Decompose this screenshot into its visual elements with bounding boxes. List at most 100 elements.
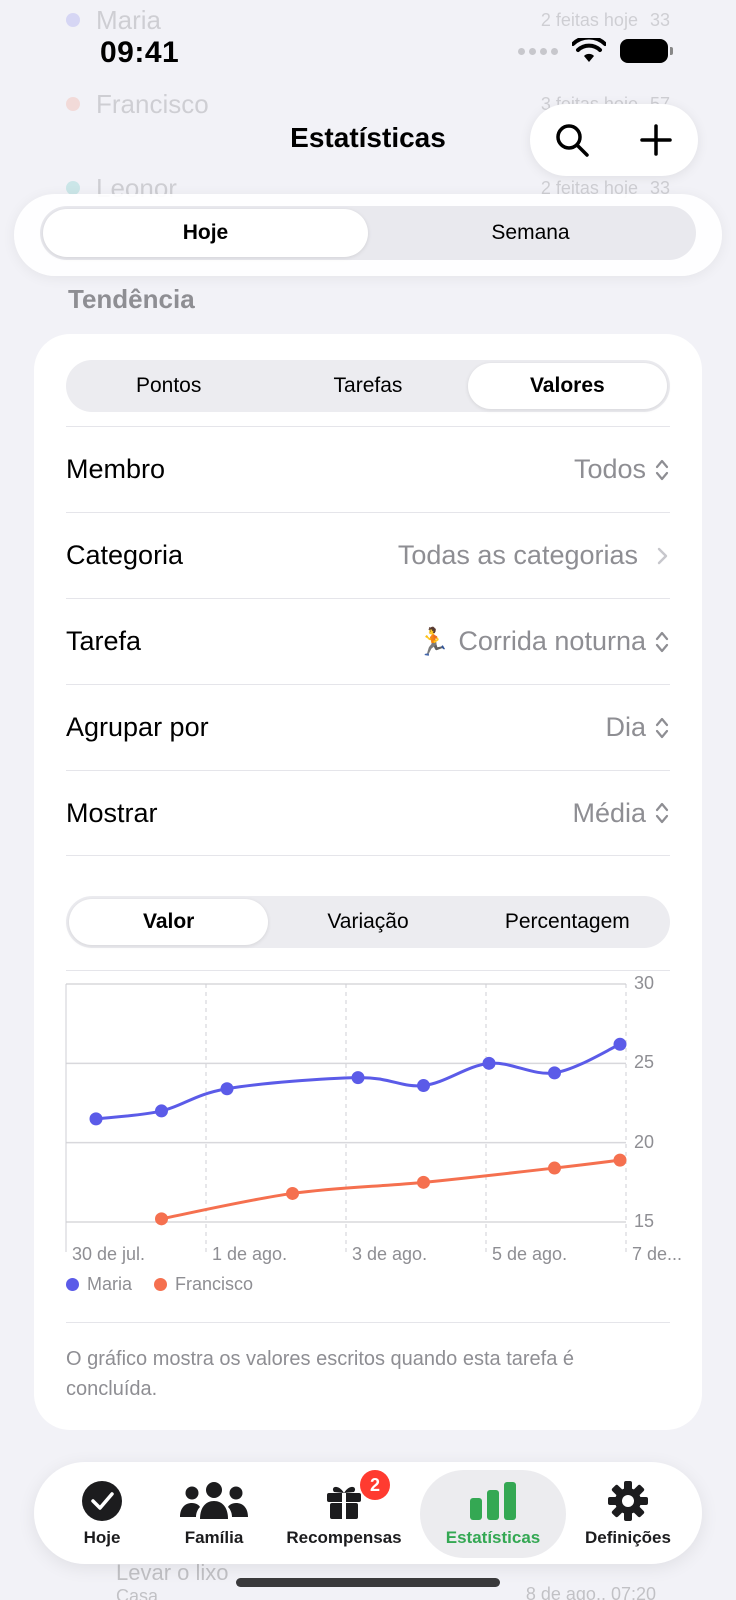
tab-tarefas[interactable]: Tarefas — [268, 363, 467, 409]
period-segmented-container: Hoje Semana — [14, 194, 722, 276]
member-filter-value-text: Todos — [573, 454, 646, 484]
member-dot — [66, 181, 80, 195]
tab-hoje[interactable]: Hoje — [43, 209, 368, 257]
battery-icon — [620, 39, 673, 63]
legend-item-maria: Maria — [66, 1274, 132, 1295]
data-point-maria — [482, 1056, 496, 1070]
tab-valor[interactable]: Valor — [69, 899, 269, 945]
chart-svg — [65, 983, 627, 1252]
tab-bar: Hoje Família Recompensas 2 Estatísticas … — [34, 1462, 702, 1564]
member-dot — [66, 97, 80, 111]
data-point-maria — [613, 1037, 627, 1051]
category-filter-row[interactable]: Categoria Todas as categorias — [66, 512, 670, 598]
tab-estatisticas-nav[interactable]: Estatísticas — [430, 1462, 556, 1564]
search-button[interactable] — [542, 110, 602, 170]
tab-familia-nav[interactable]: Família — [164, 1462, 264, 1564]
member-name: Maria — [96, 4, 162, 35]
data-point-maria — [155, 1104, 168, 1118]
category-filter-label: Categoria — [66, 540, 184, 570]
legend-dot — [66, 1278, 79, 1291]
background-task-sub: Casa — [116, 1586, 159, 1600]
tab-pontos[interactable]: Pontos — [69, 363, 268, 409]
data-point-maria — [89, 1112, 103, 1126]
category-filter-value: Todas as categorias — [398, 540, 670, 571]
y-tick-label: 25 — [634, 1052, 655, 1073]
runner-icon: 🏃 — [416, 626, 451, 658]
task-filter-label: Tarefa — [66, 626, 142, 656]
period-segmented-control: Hoje Semana — [40, 206, 696, 260]
member-filter-label: Membro — [66, 454, 166, 484]
legend-label: Francisco — [175, 1274, 254, 1294]
member-meta: 2 feitas hoje — [540, 9, 638, 30]
data-point-francisco — [417, 1175, 430, 1189]
group-by-value-text: Dia — [605, 712, 646, 742]
plus-icon — [640, 124, 672, 156]
tab-recompensas-nav[interactable]: Recompensas 2 — [284, 1462, 404, 1564]
tab-label: Definições — [585, 1528, 671, 1547]
member-filter-row[interactable]: Membro Todos — [66, 426, 670, 512]
group-by-row[interactable]: Agrupar por Dia — [66, 684, 670, 770]
show-row[interactable]: Mostrar Média — [66, 770, 670, 856]
x-tick-label: 5 de ago. — [492, 1244, 568, 1264]
task-filter-value: 🏃 Corrida noturna — [417, 626, 670, 658]
tab-label: Família — [184, 1528, 244, 1547]
home-indicator — [236, 1578, 500, 1587]
show-value-text: Média — [572, 797, 646, 828]
x-tick-label: 30 de jul. — [72, 1244, 146, 1264]
trend-card: Pontos Tarefas Valores Membro Todos Cate… — [34, 334, 702, 1430]
y-tick-label: 15 — [634, 1211, 655, 1231]
data-point-maria — [351, 1071, 365, 1085]
tab-percentagem[interactable]: Percentagem — [468, 899, 667, 945]
notification-badge: 2 — [360, 1470, 390, 1500]
wifi-icon — [572, 38, 606, 62]
search-icon — [556, 124, 589, 157]
group-by-label: Agrupar por — [66, 712, 209, 742]
member-filter-value: Todos — [574, 454, 670, 485]
signal-icon — [518, 47, 558, 55]
x-tick-label: 3 de ago. — [352, 1244, 428, 1264]
data-point-maria — [548, 1066, 561, 1080]
data-point-maria — [417, 1079, 430, 1093]
people-icon — [180, 1482, 248, 1519]
tab-variacao[interactable]: Variação — [268, 899, 467, 945]
data-point-francisco — [286, 1186, 299, 1200]
chevron-up-down-icon — [655, 717, 669, 738]
legend-label: Maria — [87, 1274, 133, 1294]
chevron-up-down-icon — [655, 802, 669, 824]
background-task-time: 8 de ago., 07:20 — [525, 1584, 656, 1600]
task-filter-row[interactable]: Tarefa 🏃 Corrida noturna — [66, 598, 670, 684]
member-streak: 33 — [649, 9, 670, 30]
metric-segmented-control: Pontos Tarefas Valores — [66, 360, 670, 412]
checkmark-circle-icon — [82, 1481, 122, 1521]
chart-legend: Maria Francisco — [66, 1274, 253, 1295]
data-point-maria — [220, 1082, 234, 1096]
background-row: Maria 2 feitas hoje 33 — [66, 0, 670, 40]
chart-bar-icon — [470, 1482, 516, 1520]
tab-semana[interactable]: Semana — [368, 209, 693, 257]
group-by-value: Dia — [605, 712, 670, 743]
legend-item-francisco: Francisco — [154, 1274, 253, 1295]
tab-label: Estatísticas — [445, 1528, 541, 1547]
tab-valores[interactable]: Valores — [467, 363, 667, 409]
add-button[interactable] — [626, 110, 686, 170]
chevron-up-down-icon — [655, 631, 669, 652]
y-tick-label: 20 — [634, 1131, 655, 1152]
data-point-francisco — [548, 1161, 561, 1175]
legend-dot — [154, 1278, 168, 1291]
x-tick-label: 7 de... — [632, 1244, 683, 1264]
tab-label: Hoje — [83, 1528, 121, 1547]
y-tick-label: 30 — [634, 973, 655, 993]
status-time: 09:41 — [100, 36, 180, 69]
category-filter-value-text: Todas as categorias — [397, 540, 638, 570]
member-dot — [66, 13, 80, 27]
chevron-right-icon — [657, 547, 668, 564]
status-icons — [518, 38, 673, 64]
member-name: Francisco — [96, 88, 209, 119]
divider — [66, 1322, 670, 1323]
tab-definicoes-nav[interactable]: Definições — [578, 1462, 678, 1564]
tab-hoje-nav[interactable]: Hoje — [68, 1462, 136, 1564]
show-value: Média — [572, 798, 670, 829]
divider — [66, 970, 670, 971]
chart-footnote: O gráfico mostra os valores escritos qua… — [66, 1348, 575, 1400]
data-point-francisco — [155, 1212, 168, 1226]
